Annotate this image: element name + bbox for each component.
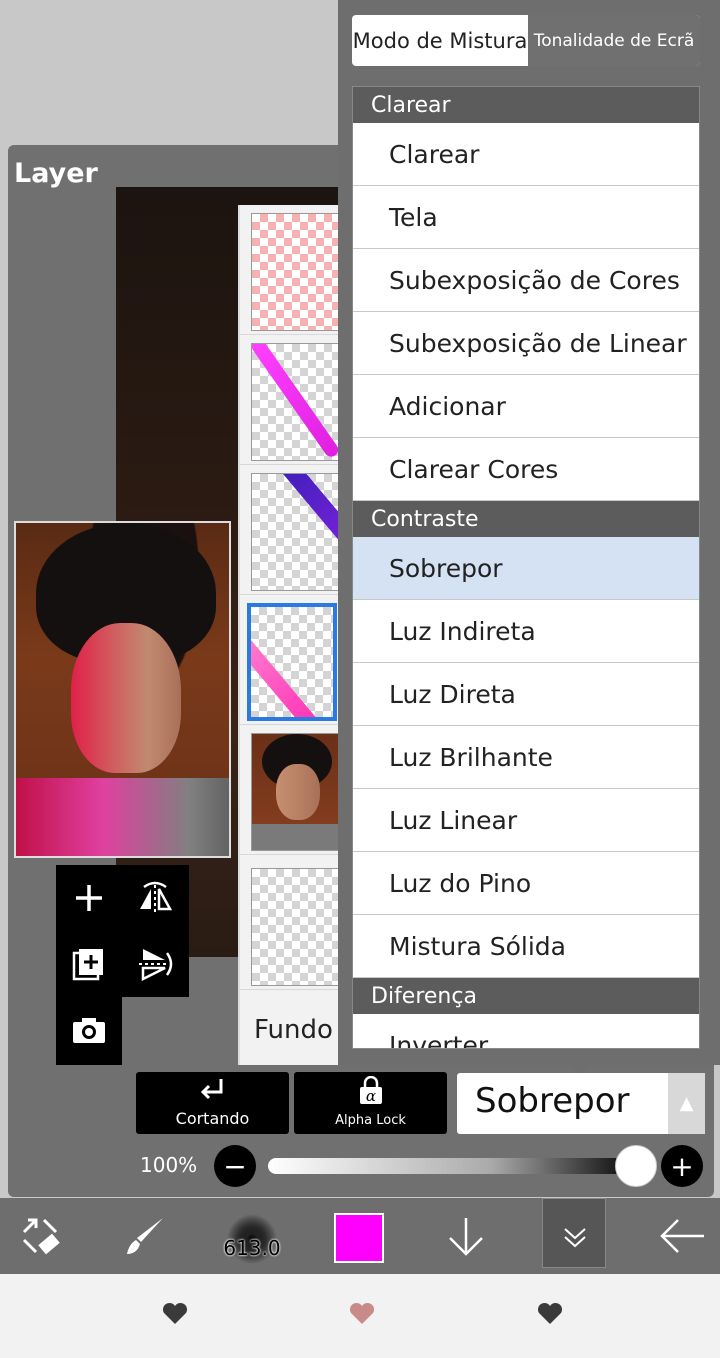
brush-icon[interactable] bbox=[115, 1198, 175, 1274]
background-layer-row[interactable]: Fundo bbox=[240, 995, 352, 1065]
layer-thumbnail bbox=[247, 603, 337, 721]
heart-icon[interactable] bbox=[537, 1302, 563, 1333]
magenta-stroke bbox=[252, 344, 340, 460]
layer-thumbnail bbox=[251, 868, 341, 986]
heart-icon[interactable] bbox=[349, 1302, 375, 1333]
blend-option[interactable]: Luz Indireta bbox=[353, 600, 699, 663]
collapse-button[interactable] bbox=[542, 1198, 606, 1268]
layer-row-selected[interactable]: 3 bbox=[240, 595, 359, 725]
blend-mode-list[interactable]: Clarear Clarear Tela Subexposição de Cor… bbox=[352, 86, 700, 1049]
alpha-lock-button[interactable]: α Alpha Lock bbox=[294, 1072, 447, 1134]
chevron-up-icon[interactable]: ▲ bbox=[668, 1073, 705, 1134]
blend-option[interactable]: Clarear bbox=[353, 123, 699, 186]
collapse-icon bbox=[561, 1225, 589, 1253]
layer-thumbnail bbox=[251, 733, 341, 851]
blend-option[interactable]: Luz Linear bbox=[353, 789, 699, 852]
opacity-decrease-button[interactable]: − bbox=[214, 1145, 256, 1187]
clipping-arrow-icon bbox=[136, 1076, 289, 1111]
layer-row[interactable]: 5 bbox=[240, 335, 359, 465]
clipping-button[interactable]: Cortando bbox=[136, 1072, 289, 1134]
layer-thumbnail bbox=[251, 473, 341, 591]
flip-horizontal-icon[interactable] bbox=[122, 865, 188, 931]
category-header: Diferença bbox=[353, 978, 699, 1014]
category-header: Contraste bbox=[353, 501, 699, 537]
preview-face bbox=[71, 623, 181, 773]
layer-row[interactable]: 1 bbox=[240, 860, 359, 990]
blend-option[interactable]: Adicionar bbox=[353, 375, 699, 438]
canvas-preview[interactable] bbox=[14, 521, 231, 858]
blend-option-selected[interactable]: Sobrepor bbox=[353, 537, 699, 600]
opacity-slider-knob[interactable] bbox=[615, 1145, 657, 1187]
alpha-glyph: α bbox=[365, 1087, 375, 1105]
blend-option[interactable]: Subexposição de Cores bbox=[353, 249, 699, 312]
blend-tabs: Modo de Mistura Tonalidade de Ecrã bbox=[352, 15, 700, 66]
clipping-label: Cortando bbox=[175, 1109, 250, 1128]
tab-screen-tone[interactable]: Tonalidade de Ecrã bbox=[528, 15, 700, 66]
brush-size-value: 613.0 bbox=[223, 1236, 281, 1260]
blend-option[interactable]: Luz Brilhante bbox=[353, 726, 699, 789]
tab-blend-mode[interactable]: Modo de Mistura bbox=[352, 15, 528, 66]
arrow-down-icon[interactable] bbox=[438, 1198, 494, 1274]
layer-row[interactable]: 2 bbox=[240, 725, 359, 855]
blend-option[interactable]: Luz Direta bbox=[353, 663, 699, 726]
blend-option[interactable]: Luz do Pino bbox=[353, 852, 699, 915]
layer-tool-box bbox=[56, 865, 189, 997]
blend-option[interactable]: Mistura Sólida bbox=[353, 915, 699, 978]
layer-row[interactable]: 4 bbox=[240, 465, 359, 595]
duplicate-layer-icon[interactable] bbox=[56, 931, 122, 997]
layer-thumbnail bbox=[251, 343, 341, 461]
opacity-label: 100% bbox=[140, 1153, 198, 1177]
blend-option[interactable]: Clarear Cores bbox=[353, 438, 699, 501]
color-swatch[interactable] bbox=[334, 1213, 384, 1263]
blend-option[interactable]: Inverter bbox=[353, 1014, 699, 1048]
alpha-lock-label: Alpha Lock bbox=[335, 1113, 406, 1128]
background-layer-label: Fundo bbox=[254, 1015, 333, 1045]
blend-option[interactable]: Tela bbox=[353, 186, 699, 249]
blend-option[interactable]: Subexposição de Linear bbox=[353, 312, 699, 375]
flip-vertical-icon[interactable] bbox=[122, 931, 188, 997]
purple-stroke bbox=[263, 474, 340, 558]
pink-stroke bbox=[251, 634, 333, 717]
layer-list: 6 5 4 3 2 1 Fundo bbox=[238, 205, 359, 1065]
back-arrow-icon[interactable] bbox=[650, 1198, 714, 1274]
heart-icon[interactable] bbox=[162, 1302, 188, 1333]
layer-thumbnail bbox=[251, 213, 341, 331]
preview-sweater bbox=[16, 778, 229, 856]
layer-row[interactable]: 6 bbox=[240, 205, 359, 335]
alpha-lock-icon: α bbox=[294, 1075, 447, 1113]
camera-icon[interactable] bbox=[56, 997, 122, 1063]
category-header: Clarear bbox=[353, 87, 699, 123]
layer-tool-box-bottom bbox=[56, 997, 122, 1065]
blend-mode-select[interactable]: Sobrepor ▲ bbox=[457, 1073, 705, 1134]
opacity-increase-button[interactable]: + bbox=[661, 1145, 703, 1187]
layer-panel-title: Layer bbox=[14, 158, 98, 189]
add-layer-icon[interactable] bbox=[56, 865, 122, 931]
opacity-slider-track[interactable] bbox=[268, 1158, 640, 1174]
blend-mode-value: Sobrepor bbox=[475, 1081, 630, 1121]
transform-icon[interactable] bbox=[10, 1198, 70, 1274]
